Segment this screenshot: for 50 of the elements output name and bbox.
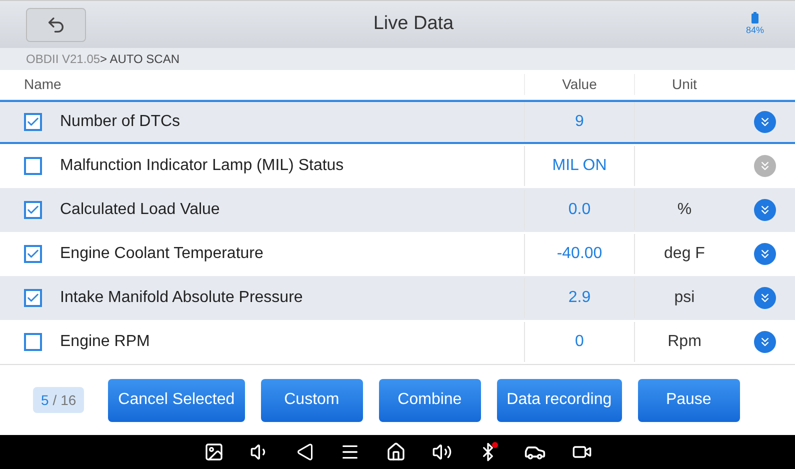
battery-icon [751,12,759,24]
unit-cell: Rpm [634,322,734,362]
volume-up-icon[interactable] [432,442,452,462]
parameter-name: Intake Manifold Absolute Pressure [60,288,303,308]
parameter-name: Engine RPM [60,332,150,352]
expand-icon[interactable] [754,331,776,353]
unit-cell: deg F [634,234,734,274]
checkbox[interactable] [24,157,42,175]
action-button[interactable]: Pause [638,378,740,422]
parameter-name: Calculated Load Value [60,200,220,220]
expand-icon[interactable] [754,199,776,221]
back-button[interactable] [26,8,86,42]
unit-cell: psi [634,278,734,318]
window-title: Live Data [372,12,455,36]
action-button[interactable]: Custom [260,378,363,422]
gallery-icon[interactable] [204,442,224,462]
unit-cell: % [634,190,734,230]
table-row[interactable]: Number of DTCs 9 [0,100,795,144]
expand-icon[interactable] [754,243,776,265]
expand-icon[interactable] [754,287,776,309]
table-row[interactable]: Calculated Load Value 0.0 % [0,188,795,232]
page-current: 5 [41,390,49,410]
value-cell: 0 [524,322,634,362]
expand-icon[interactable] [754,111,776,133]
page-total: / 16 [52,390,76,410]
column-header: Value [524,74,634,95]
home-icon[interactable] [386,442,406,462]
checkbox[interactable] [24,333,42,351]
breadcrumb-current: > AUTO SCAN [100,51,180,68]
checkbox[interactable] [24,245,42,263]
value-cell: 9 [524,102,634,142]
action-button[interactable]: Data recording [496,378,622,422]
checkbox[interactable] [24,201,42,219]
value-cell: 0.0 [524,190,634,230]
action-button[interactable]: Combine [378,378,481,422]
checkbox[interactable] [24,113,42,131]
back-icon [46,14,66,34]
value-cell: MIL ON [524,146,634,186]
back-icon[interactable] [296,443,314,461]
parameter-name: Number of DTCs [60,112,180,132]
value-cell: 2.9 [524,278,634,318]
parameter-name: Engine Coolant Temperature [60,244,264,264]
value-cell: -40.00 [524,234,634,274]
battery-percent: 84% [746,24,764,37]
checkbox[interactable] [24,289,42,307]
parameter-name: Malfunction Indicator Lamp (MIL) Status [60,156,344,176]
action-button[interactable]: Cancel Selected [108,378,245,422]
table-row[interactable]: Intake Manifold Absolute Pressure 2.9 psi [0,276,795,320]
column-header: Name [23,75,62,94]
column-header: Unit [634,74,734,95]
